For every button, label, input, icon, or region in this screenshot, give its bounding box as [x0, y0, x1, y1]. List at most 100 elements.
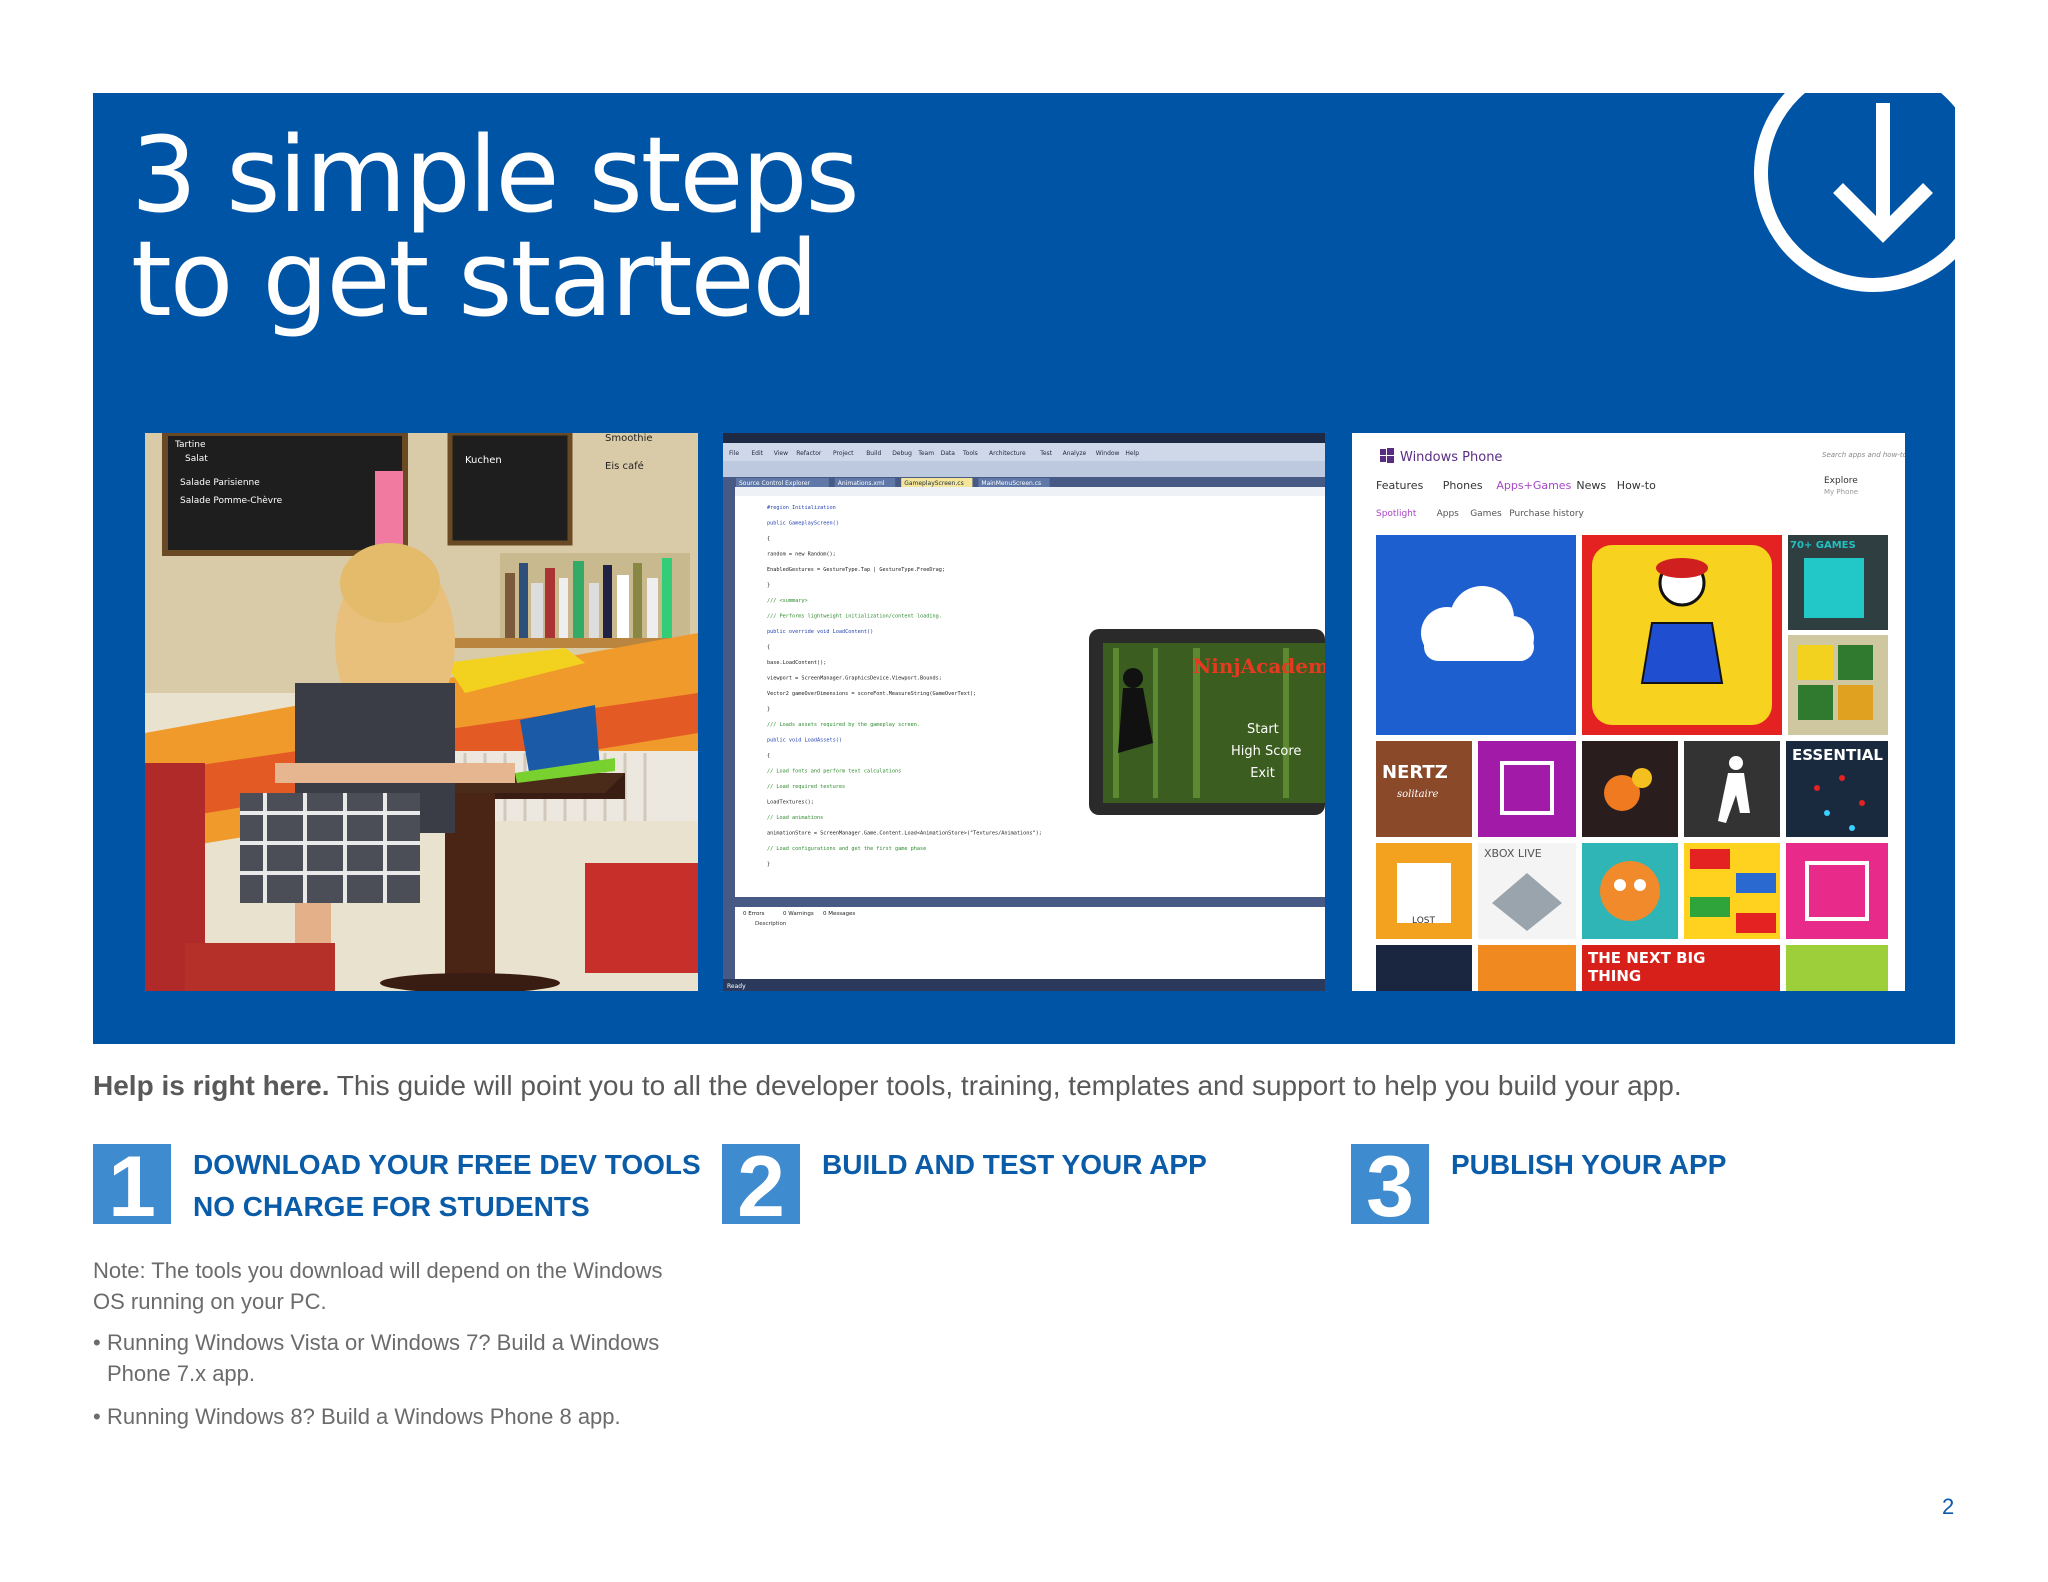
store-explore[interactable]: Explore	[1824, 476, 1858, 486]
code-line: // Load fonts and perform text calculati…	[767, 769, 901, 775]
vs-menu-item[interactable]: Window	[1096, 450, 1120, 457]
vs-menu-item[interactable]: File	[729, 450, 739, 457]
board-text-4: Salade Pomme-Chèvre	[180, 495, 283, 506]
code-line: {	[767, 645, 770, 651]
step-number-3-icon: 3	[1351, 1144, 1429, 1224]
visual-studio-window: File Edit View Refactor Project Build Debug Tea…	[723, 433, 1325, 991]
vs-menu-item[interactable]: Tools	[962, 450, 978, 457]
store-subnav-item[interactable]: Purchase history	[1509, 509, 1584, 519]
store-nav-item[interactable]: Features	[1376, 479, 1424, 492]
tile-label-nertz: NERTZ	[1382, 762, 1448, 783]
down-arrow-circle-icon	[1754, 93, 1955, 292]
vs-menu-item[interactable]: Help	[1125, 450, 1139, 457]
tile-label-essential: ESSENTIAL	[1792, 746, 1883, 764]
code-line: viewport = ScreenManager.GraphicsDevice.…	[767, 676, 942, 682]
game-menu-item: Exit	[1250, 766, 1275, 781]
vs-menu-item[interactable]: Project	[833, 450, 854, 457]
student-laptop-photo: Tartine Salat Salade Parisienne Salade P…	[145, 433, 698, 991]
step-heading-line-1: DOWNLOAD YOUR FREE DEV TOOLS	[193, 1149, 701, 1180]
visual-studio-screenshot: File Edit View Refactor Project Build Debug Tea…	[723, 433, 1325, 991]
tile-label-next-big: THE NEXT BIG	[1588, 949, 1705, 967]
step-heading-line-2: NO CHARGE FOR STUDENTS	[193, 1191, 590, 1222]
step-number-1-icon: 1	[93, 1144, 171, 1224]
vs-tab[interactable]: Animations.xml	[838, 480, 885, 487]
code-line: random = new Random();	[767, 552, 836, 558]
vs-tab[interactable]: GameplayScreen.cs	[904, 480, 964, 487]
game-menu-item: High Score	[1231, 744, 1301, 759]
error-filter[interactable]: 0 Warnings	[783, 911, 814, 917]
store-subnav-item[interactable]: Apps	[1437, 509, 1460, 519]
code-line: /// Loads assets required by the gamepla…	[767, 722, 920, 728]
vs-menu-item[interactable]: Build	[866, 450, 881, 457]
store-brand: Windows Phone	[1400, 450, 1502, 465]
os-note: Note: The tools you download will depend…	[93, 1255, 693, 1444]
vs-menu-item[interactable]: View	[774, 450, 788, 457]
code-line: public override void LoadContent()	[767, 629, 873, 635]
board-text-7: Eis café	[605, 460, 644, 472]
board-text-6: Smoothie	[605, 433, 653, 444]
code-line: animationStore = ScreenManager.Game.Cont…	[767, 831, 1042, 837]
board-text-2: Salat	[185, 454, 208, 464]
vs-menu-item[interactable]: Refactor	[796, 450, 822, 457]
code-line: {	[767, 753, 770, 759]
tile-label-xbox-live: XBOX LIVE	[1484, 847, 1542, 860]
vs-tab[interactable]: Source Control Explorer	[739, 480, 811, 487]
store-search-input[interactable]: Search apps and how-to	[1822, 451, 1905, 459]
vs-menu-item[interactable]: Edit	[751, 450, 763, 457]
vs-menu-item[interactable]: Debug	[892, 450, 912, 457]
tile-label-solitaire: solitaire	[1397, 789, 1439, 800]
step-heading: DOWNLOAD YOUR FREE DEV TOOLS NO CHARGE F…	[193, 1144, 713, 1228]
code-line: // Load required textures	[767, 784, 845, 790]
code-line: public void LoadAssets()	[767, 738, 842, 744]
store-nav-item[interactable]: Phones	[1443, 479, 1483, 492]
vs-menu-item[interactable]: Test	[1039, 450, 1052, 457]
windows-phone-store-screenshot: Windows Phone Search apps and how-to Fea…	[1352, 433, 1905, 991]
vs-menu-item[interactable]: Data	[941, 450, 956, 457]
code-line: }	[767, 707, 770, 713]
step-number: 3	[1366, 1144, 1414, 1224]
board-text-1: Tartine	[174, 440, 206, 450]
board-text-3: Salade Parisienne	[180, 478, 260, 488]
title-line-2: to get started	[131, 218, 819, 340]
page-title: 3 simple steps to get started	[131, 114, 860, 340]
code-line: /// <summary>	[767, 598, 808, 604]
status-bar: Ready	[727, 983, 746, 990]
vs-menu-item[interactable]: Team	[917, 450, 934, 457]
step-number: 1	[108, 1144, 156, 1224]
code-line: }	[767, 862, 770, 868]
code-line: EnabledGestures = GestureType.Tap | Gest…	[767, 567, 945, 573]
code-line: /// Performs lightweight initialization/…	[767, 614, 942, 620]
code-line: // Load animations	[767, 815, 823, 821]
store-nav-item[interactable]: News	[1576, 479, 1606, 492]
store-subnav-item[interactable]: Spotlight	[1376, 509, 1417, 519]
error-list-header: Description	[755, 921, 787, 927]
store-subnav-item[interactable]: Games	[1470, 509, 1502, 519]
note-bullet: Running Windows Vista or Windows 7? Buil…	[93, 1327, 693, 1389]
page-number: 2	[1942, 1494, 1955, 1519]
tile-label-thing: THING	[1588, 967, 1641, 985]
store-nav-item[interactable]: How-to	[1617, 479, 1656, 492]
code-line: {	[767, 536, 770, 542]
note-bullet: Running Windows 8? Build a Windows Phone…	[93, 1401, 693, 1432]
vs-menu-item[interactable]: Architecture	[989, 450, 1026, 457]
code-line: // Load configurations and get the first…	[767, 846, 926, 852]
vs-menu-item[interactable]: Analyze	[1063, 450, 1087, 457]
tile-label-games: 70+ GAMES	[1790, 540, 1856, 551]
store-explore-sub: My Phone	[1824, 488, 1858, 496]
step-number-2-icon: 2	[722, 1144, 800, 1224]
code-line: base.LoadContent();	[767, 660, 826, 666]
title-line-1: 3 simple steps	[131, 114, 860, 236]
code-line: Vector2 gameOverDimensions = scoreFont.M…	[767, 691, 976, 697]
store-nav-item[interactable]: Apps+Games	[1496, 479, 1571, 492]
code-line: LoadTextures();	[767, 800, 814, 806]
step-number: 2	[737, 1144, 785, 1224]
error-filter[interactable]: 0 Errors	[743, 911, 765, 917]
game-menu-item: Start	[1247, 722, 1279, 737]
vs-tab[interactable]: MainMenuScreen.cs	[981, 480, 1041, 487]
hero-banner: 3 simple steps to get started Tartine Sa…	[93, 93, 1955, 1044]
step-heading-line-1: PUBLISH YOUR APP	[1451, 1149, 1727, 1180]
intro-text: Help is right here. This guide will poin…	[93, 1070, 1953, 1102]
step-heading-line-1: BUILD AND TEST YOUR APP	[822, 1149, 1207, 1180]
code-line: public GameplayScreen()	[767, 521, 839, 527]
error-filter[interactable]: 0 Messages	[823, 911, 855, 917]
